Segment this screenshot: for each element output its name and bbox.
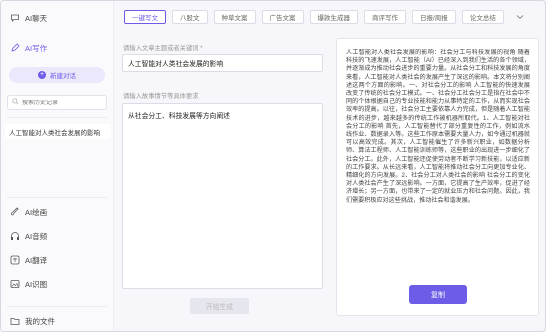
output-panel: 人工智能对人类社会发展的影响：社会分工与科技发展的视角 随着科技的飞速发展，人工… xyxy=(336,38,539,316)
title-field-label: 请输入文章主题或者关键词 * xyxy=(123,45,203,52)
plus-icon: + xyxy=(38,71,46,79)
divider xyxy=(7,306,107,307)
image-icon xyxy=(10,279,20,289)
sidebar-item-ai-translate[interactable]: AI翻译 xyxy=(10,253,47,267)
divider xyxy=(7,197,107,198)
copy-button[interactable]: 复制 xyxy=(409,285,467,304)
tab-review-writing[interactable]: 商评写作 xyxy=(364,10,406,24)
title-input[interactable]: 人工智能对人类社会发展的影响 xyxy=(122,54,323,72)
sidebar-item-ai-painting[interactable]: AI绘画 xyxy=(10,205,47,219)
sidebar-item-ai-chat[interactable]: AI聊天 xyxy=(10,11,47,25)
paint-icon xyxy=(10,207,20,217)
tab-paper-summary[interactable]: 论文总结 xyxy=(461,10,504,24)
history-item[interactable]: 人工智能对人类社会发展的影响 xyxy=(5,124,111,139)
new-chat-button[interactable]: + 新建对话 xyxy=(9,67,105,83)
sidebar-item-label: AI写作 xyxy=(25,43,48,53)
tab-daily-weekly-report[interactable]: 日报/周报 xyxy=(412,10,456,24)
search-icon xyxy=(12,98,19,107)
history-search[interactable] xyxy=(7,95,107,110)
tab-ad-copy[interactable]: 广告文案 xyxy=(261,10,304,24)
content-field-label: 请输入故事情节等具体要求 xyxy=(123,93,199,100)
pen-icon xyxy=(10,43,20,53)
sidebar-item-my-files[interactable]: 我的文件 xyxy=(10,314,55,328)
translate-icon xyxy=(10,255,20,265)
chevron-down-icon[interactable] xyxy=(515,12,525,22)
sidebar-item-ai-image-recognition[interactable]: AI识图 xyxy=(10,277,47,291)
sidebar: AI聊天 AI写作 + 新建对话 人工智能对人类社会发展的影响 AI绘画 xyxy=(1,1,114,331)
divider xyxy=(7,117,107,118)
history-search-input[interactable] xyxy=(22,99,106,106)
sidebar-item-ai-writing[interactable]: AI写作 xyxy=(10,41,47,55)
tab-eight-legged-essay[interactable]: 八股文 xyxy=(172,10,208,24)
generate-button[interactable]: 开始生成 xyxy=(190,298,249,314)
app-window: AI聊天 AI写作 + 新建对话 人工智能对人类社会发展的影响 AI绘画 xyxy=(0,0,546,332)
headphones-icon xyxy=(10,231,20,241)
sidebar-item-ai-audio[interactable]: AI音频 xyxy=(10,229,47,243)
generated-article: 人工智能对人类社会发展的影响：社会分工与科技发展的视角 随着科技的飞速发展，人工… xyxy=(346,49,530,204)
tab-viral-generator[interactable]: 爆款生成器 xyxy=(309,10,358,24)
folder-icon xyxy=(10,316,20,326)
sidebar-item-label: AI聊天 xyxy=(25,13,48,23)
tab-seeding-copy[interactable]: 种草文案 xyxy=(213,10,256,24)
chat-icon xyxy=(10,13,20,23)
writing-mode-tabs: 一键写文 八股文 种草文案 广告文案 爆款生成器 商评写作 日报/周报 论文总结 xyxy=(124,10,504,24)
requirements-textarea[interactable]: 从社会分工、科技发展等方向阐述 xyxy=(122,103,323,289)
tab-one-click-writing[interactable]: 一键写文 xyxy=(124,10,166,24)
